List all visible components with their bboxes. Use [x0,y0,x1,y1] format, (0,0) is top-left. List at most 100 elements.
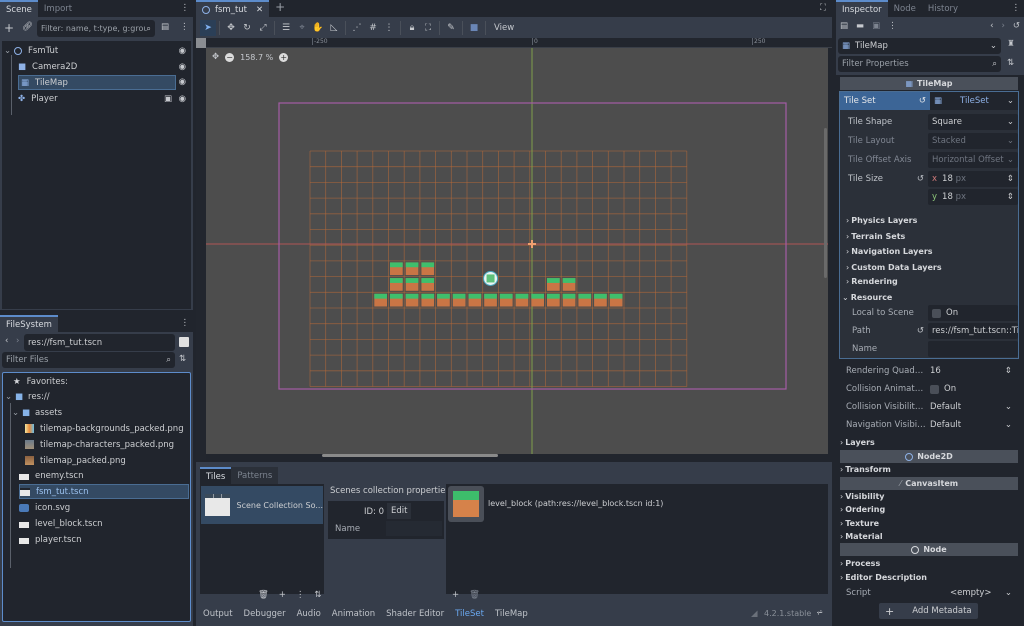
section-process[interactable]: › Process [840,557,880,570]
open-resource-icon[interactable]: ▬ [856,21,864,31]
rotate-tool-icon[interactable]: ↻ [239,20,255,36]
file-item[interactable]: tilemap-characters_packed.png [25,437,174,452]
dock-menu-icon[interactable]: ⋮ [181,3,190,13]
forward-icon[interactable]: › [16,336,19,346]
more-icon[interactable]: ⋮ [296,590,305,600]
more-icon[interactable]: ⋮ [888,21,897,31]
prop-collision-animatable[interactable]: Collision Animatable On [838,380,1016,398]
tree-node-camera[interactable]: ■ Camera2D ◉ [18,59,190,74]
revert-icon[interactable]: ↺ [917,174,924,184]
split-toggle-icon[interactable] [179,337,189,347]
section-material[interactable]: › Material [840,530,883,543]
spinner-icon[interactable]: ⇕ [1007,174,1014,184]
script-select[interactable]: <empty> ⌄ [926,585,1016,601]
visibility-icon[interactable]: ◉ [179,46,186,56]
path-input[interactable]: res://fsm_tut.tscn [24,334,175,351]
clapper-icon[interactable]: ▣ [164,94,172,104]
close-icon[interactable]: ✕ [256,5,263,15]
scene-entry-thumb[interactable] [448,486,484,522]
prop-tile-layout[interactable]: Tile Layout Stacked ⌄ [840,132,1018,150]
chevron-down-icon[interactable]: ⌄ [4,46,14,56]
more-icon[interactable]: ⋮ [180,22,189,32]
trash-icon[interactable]: 🗑︎ [469,590,480,600]
dock-menu-icon[interactable]: ⋮ [1012,3,1021,13]
prop-local-to-scene[interactable]: Local to Scene On [840,304,1018,322]
tab-scene[interactable]: Scene [0,0,38,17]
link-icon[interactable]: 🔗︎ [22,22,33,32]
tree-node-player[interactable]: ✤ Player ▣ ◉ [18,91,190,106]
file-item[interactable]: fsm_tut.tscn [19,484,189,499]
section-visibility[interactable]: › Visibility [840,490,885,503]
dock-tab-animation[interactable]: Animation [332,609,375,619]
name-input[interactable] [386,521,442,536]
add-metadata-button[interactable]: + Add Metadata [879,603,978,619]
source-item[interactable]: Scene Collection So... [201,486,323,524]
spinner-icon[interactable]: ⇕ [1005,366,1012,376]
prop-collision-visibility[interactable]: Collision Visibility M... Default ⌄ [838,398,1016,416]
tile-offset-select[interactable]: Horizontal Offset ⌄ [928,152,1018,168]
lock-icon[interactable]: 🔒︎ [404,20,420,36]
tab-inspector[interactable]: Inspector [836,0,888,17]
grid-snap-icon[interactable]: # [365,20,381,36]
center-view-icon[interactable]: ✥ [212,52,219,62]
tab-fsm-tut[interactable]: fsm_tut ✕ [196,0,270,17]
group-icon[interactable]: ⛶ [420,20,436,36]
bone-icon[interactable]: ✎ [443,20,459,36]
tile-shape-select[interactable]: Square ⌄ [928,114,1018,130]
visibility-icon[interactable]: ◉ [179,77,186,87]
dock-tab-audio[interactable]: Audio [297,609,321,619]
tab-filesystem[interactable]: FileSystem [0,315,58,332]
section-custom-data-layers[interactable]: › Custom Data Layers [846,261,942,274]
dock-tab-debugger[interactable]: Debugger [244,609,286,619]
edit-id-button[interactable]: Edit [387,503,412,519]
pan-tool-icon[interactable]: ✋ [310,20,326,36]
prop-navigation-visibility[interactable]: Navigation Visibility ... Default ⌄ [838,416,1016,434]
section-texture[interactable]: › Texture [840,517,879,530]
tile-set-value[interactable]: ▦ TileSet ⌄ [930,92,1018,110]
filter-properties-input[interactable]: Filter Properties ⌕ [838,56,1001,72]
tab-history[interactable]: History [922,0,964,17]
chevron-down-icon[interactable]: ⌄ [12,408,22,418]
prop-tile-shape[interactable]: Tile Shape Square ⌄ [840,113,1018,131]
file-item[interactable]: tilemap-backgrounds_packed.png [25,421,184,436]
camera-override-icon[interactable]: ■ [466,20,482,36]
folder-res[interactable]: ⌄ ■ res:// [5,389,50,404]
scene-entry-label[interactable]: level_block (path:res://level_block.tscn… [488,499,663,508]
tab-node[interactable]: Node [888,0,922,17]
path-input[interactable]: res://fsm_tut.tscn::Til [928,323,1018,339]
section-transform[interactable]: › Transform [840,463,891,476]
prop-tile-offset[interactable]: Tile Offset Axis Horizontal Offset ⌄ [840,151,1018,169]
node-warning-icon[interactable]: ♜ [1007,39,1015,49]
horizontal-scrollbar[interactable] [322,454,498,457]
tab-patterns[interactable]: Patterns [231,467,279,484]
history-back-icon[interactable]: ‹ [990,21,993,31]
sort-icon[interactable]: ⇅ [179,354,186,364]
tile-layout-select[interactable]: Stacked ⌄ [928,133,1018,149]
collision-visibility-select[interactable]: Default ⌄ [926,399,1016,415]
list-select-icon[interactable]: ☰ [278,20,294,36]
file-item[interactable]: icon.svg [19,500,70,515]
chevron-down-icon[interactable]: ⌄ [5,392,15,402]
dock-tab-shader-editor[interactable]: Shader Editor [386,609,444,619]
tab-import[interactable]: Import [38,0,78,17]
ruler-tool-icon[interactable]: ◺ [326,20,342,36]
canvas-viewport[interactable]: -250 0 250 ✥ − 158.7 % + [196,38,832,460]
inspector-options-icon[interactable]: ⇅ [1007,58,1014,68]
section-physics-layers[interactable]: › Physics Layers [846,214,917,227]
move-tool-icon[interactable]: ✥ [223,20,239,36]
section-rendering[interactable]: › Rendering [846,275,898,288]
back-icon[interactable]: ‹ [5,336,8,346]
vertical-scrollbar[interactable] [824,128,827,278]
prop-quadrant-size[interactable]: Rendering Quadrant... 16 ⇕ [838,362,1016,380]
add-icon[interactable]: + [279,590,286,600]
section-navigation-layers[interactable]: › Navigation Layers [846,245,933,258]
name-input[interactable] [928,341,1018,357]
section-layers[interactable]: › Layers [840,436,875,449]
section-ordering[interactable]: › Ordering [840,503,885,516]
folder-assets[interactable]: ⌄ ■ assets [12,405,62,420]
tab-tiles[interactable]: Tiles [200,467,232,484]
snap-options-icon[interactable]: ⋮ [381,20,397,36]
sort-icon[interactable]: ⇅ [314,590,321,600]
file-item[interactable]: level_block.tscn [19,516,103,531]
section-resource[interactable]: ⌄ Resource [842,291,892,304]
